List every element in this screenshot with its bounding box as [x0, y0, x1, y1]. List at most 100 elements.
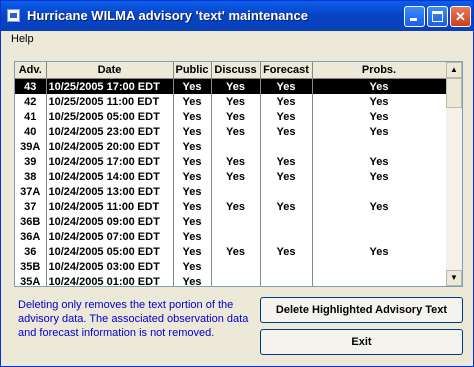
menu-help[interactable]: Help — [11, 33, 34, 45]
cell-adv: 37A — [15, 184, 47, 199]
minimize-icon — [410, 18, 417, 21]
cell-public: Yes — [173, 94, 212, 109]
cell-probs — [312, 139, 447, 154]
cell-probs: Yes — [312, 244, 447, 259]
table-row[interactable]: 36A 10/24/2005 07:00 EDT Yes — [15, 229, 447, 244]
cell-date: 10/24/2005 23:00 EDT — [46, 124, 174, 139]
col-header-public[interactable]: Public — [173, 62, 212, 79]
cell-public: Yes — [173, 259, 212, 274]
cell-probs: Yes — [312, 94, 447, 109]
cell-adv: 39 — [15, 154, 47, 169]
col-header-discuss[interactable]: Discuss — [211, 62, 261, 79]
cell-public: Yes — [173, 229, 212, 244]
cell-discuss — [211, 184, 261, 199]
arrow-down-icon: ▼ — [450, 273, 458, 282]
col-header-probs[interactable]: Probs. — [312, 62, 447, 79]
table-row[interactable]: 43 10/25/2005 17:00 EDT Yes Yes Yes Yes — [15, 78, 447, 94]
cell-adv: 43 — [15, 78, 47, 94]
cell-forecast — [260, 214, 313, 229]
table-row[interactable]: 36B 10/24/2005 09:00 EDT Yes — [15, 214, 447, 229]
col-header-forecast[interactable]: Forecast — [260, 62, 313, 79]
cell-probs: Yes — [312, 124, 447, 139]
cell-forecast — [260, 259, 313, 274]
cell-date: 10/25/2005 05:00 EDT — [46, 109, 174, 124]
cell-forecast: Yes — [260, 124, 313, 139]
scroll-thumb[interactable] — [446, 78, 462, 108]
cell-adv: 41 — [15, 109, 47, 124]
delete-button-label: Delete Highlighted Advisory Text — [275, 304, 448, 316]
cell-probs: Yes — [312, 109, 447, 124]
cell-discuss — [211, 259, 261, 274]
cell-forecast — [260, 184, 313, 199]
advisory-list[interactable]: Adv. Date Public Discuss Forecast Probs.… — [14, 61, 463, 287]
table-row[interactable]: 38 10/24/2005 14:00 EDT Yes Yes Yes Yes — [15, 169, 447, 184]
scroll-up-button[interactable]: ▲ — [446, 62, 462, 78]
cell-adv: 36B — [15, 214, 47, 229]
cell-date: 10/25/2005 11:00 EDT — [46, 94, 174, 109]
cell-discuss — [211, 229, 261, 244]
vertical-scrollbar[interactable]: ▲ ▼ — [446, 62, 462, 286]
cell-discuss: Yes — [211, 78, 261, 94]
cell-adv: 36 — [15, 244, 47, 259]
cell-discuss: Yes — [211, 244, 261, 259]
cell-discuss — [211, 274, 261, 286]
cell-discuss: Yes — [211, 199, 261, 214]
maximize-icon — [432, 11, 443, 22]
cell-adv: 39A — [15, 139, 47, 154]
scroll-down-button[interactable]: ▼ — [446, 270, 462, 286]
table-row[interactable]: 42 10/25/2005 11:00 EDT Yes Yes Yes Yes — [15, 94, 447, 109]
table-row[interactable]: 39A 10/24/2005 20:00 EDT Yes — [15, 139, 447, 154]
cell-probs — [312, 274, 447, 286]
cell-forecast: Yes — [260, 154, 313, 169]
cell-public: Yes — [173, 274, 212, 286]
cell-probs: Yes — [312, 199, 447, 214]
table-row[interactable]: 37A 10/24/2005 13:00 EDT Yes — [15, 184, 447, 199]
table-row[interactable]: 36 10/24/2005 05:00 EDT Yes Yes Yes Yes — [15, 244, 447, 259]
table-row[interactable]: 41 10/25/2005 05:00 EDT Yes Yes Yes Yes — [15, 109, 447, 124]
cell-discuss: Yes — [211, 169, 261, 184]
table-row[interactable]: 35B 10/24/2005 03:00 EDT Yes — [15, 259, 447, 274]
cell-public: Yes — [173, 169, 212, 184]
cell-probs — [312, 259, 447, 274]
title-bar[interactable]: Hurricane WILMA advisory 'text' maintena… — [1, 1, 473, 31]
cell-forecast — [260, 139, 313, 154]
cell-public: Yes — [173, 139, 212, 154]
cell-adv: 35B — [15, 259, 47, 274]
app-icon[interactable] — [7, 9, 20, 22]
cell-date: 10/24/2005 14:00 EDT — [46, 169, 174, 184]
col-header-date[interactable]: Date — [46, 62, 174, 79]
cell-probs — [312, 214, 447, 229]
cell-forecast: Yes — [260, 244, 313, 259]
cell-probs — [312, 184, 447, 199]
exit-button[interactable]: Exit — [260, 329, 463, 355]
cell-forecast: Yes — [260, 94, 313, 109]
table-header-row: Adv. Date Public Discuss Forecast Probs. — [15, 62, 447, 79]
table-row[interactable]: 39 10/24/2005 17:00 EDT Yes Yes Yes Yes — [15, 154, 447, 169]
cell-forecast: Yes — [260, 199, 313, 214]
cell-discuss: Yes — [211, 94, 261, 109]
minimize-button[interactable] — [404, 6, 425, 27]
advisory-table: Adv. Date Public Discuss Forecast Probs.… — [15, 62, 447, 286]
cell-adv: 37 — [15, 199, 47, 214]
maximize-button[interactable] — [427, 6, 448, 27]
info-note: Deleting only removes the text portion o… — [18, 299, 249, 339]
delete-advisory-text-button[interactable]: Delete Highlighted Advisory Text — [260, 297, 463, 323]
cell-public: Yes — [173, 199, 212, 214]
cell-discuss: Yes — [211, 124, 261, 139]
cell-date: 10/25/2005 17:00 EDT — [46, 78, 174, 94]
col-header-adv[interactable]: Adv. — [15, 62, 47, 79]
close-button[interactable]: ✕ — [450, 6, 471, 27]
cell-public: Yes — [173, 184, 212, 199]
cell-date: 10/24/2005 11:00 EDT — [46, 199, 174, 214]
table-row[interactable]: 35A 10/24/2005 01:00 EDT Yes — [15, 274, 447, 286]
cell-adv: 38 — [15, 169, 47, 184]
cell-adv: 36A — [15, 229, 47, 244]
cell-public: Yes — [173, 124, 212, 139]
main-window: Hurricane WILMA advisory 'text' maintena… — [0, 0, 474, 367]
table-row[interactable]: 37 10/24/2005 11:00 EDT Yes Yes Yes Yes — [15, 199, 447, 214]
cell-date: 10/24/2005 03:00 EDT — [46, 259, 174, 274]
window-title: Hurricane WILMA advisory 'text' maintena… — [27, 8, 308, 23]
cell-public: Yes — [173, 78, 212, 94]
cell-adv: 42 — [15, 94, 47, 109]
table-row[interactable]: 40 10/24/2005 23:00 EDT Yes Yes Yes Yes — [15, 124, 447, 139]
